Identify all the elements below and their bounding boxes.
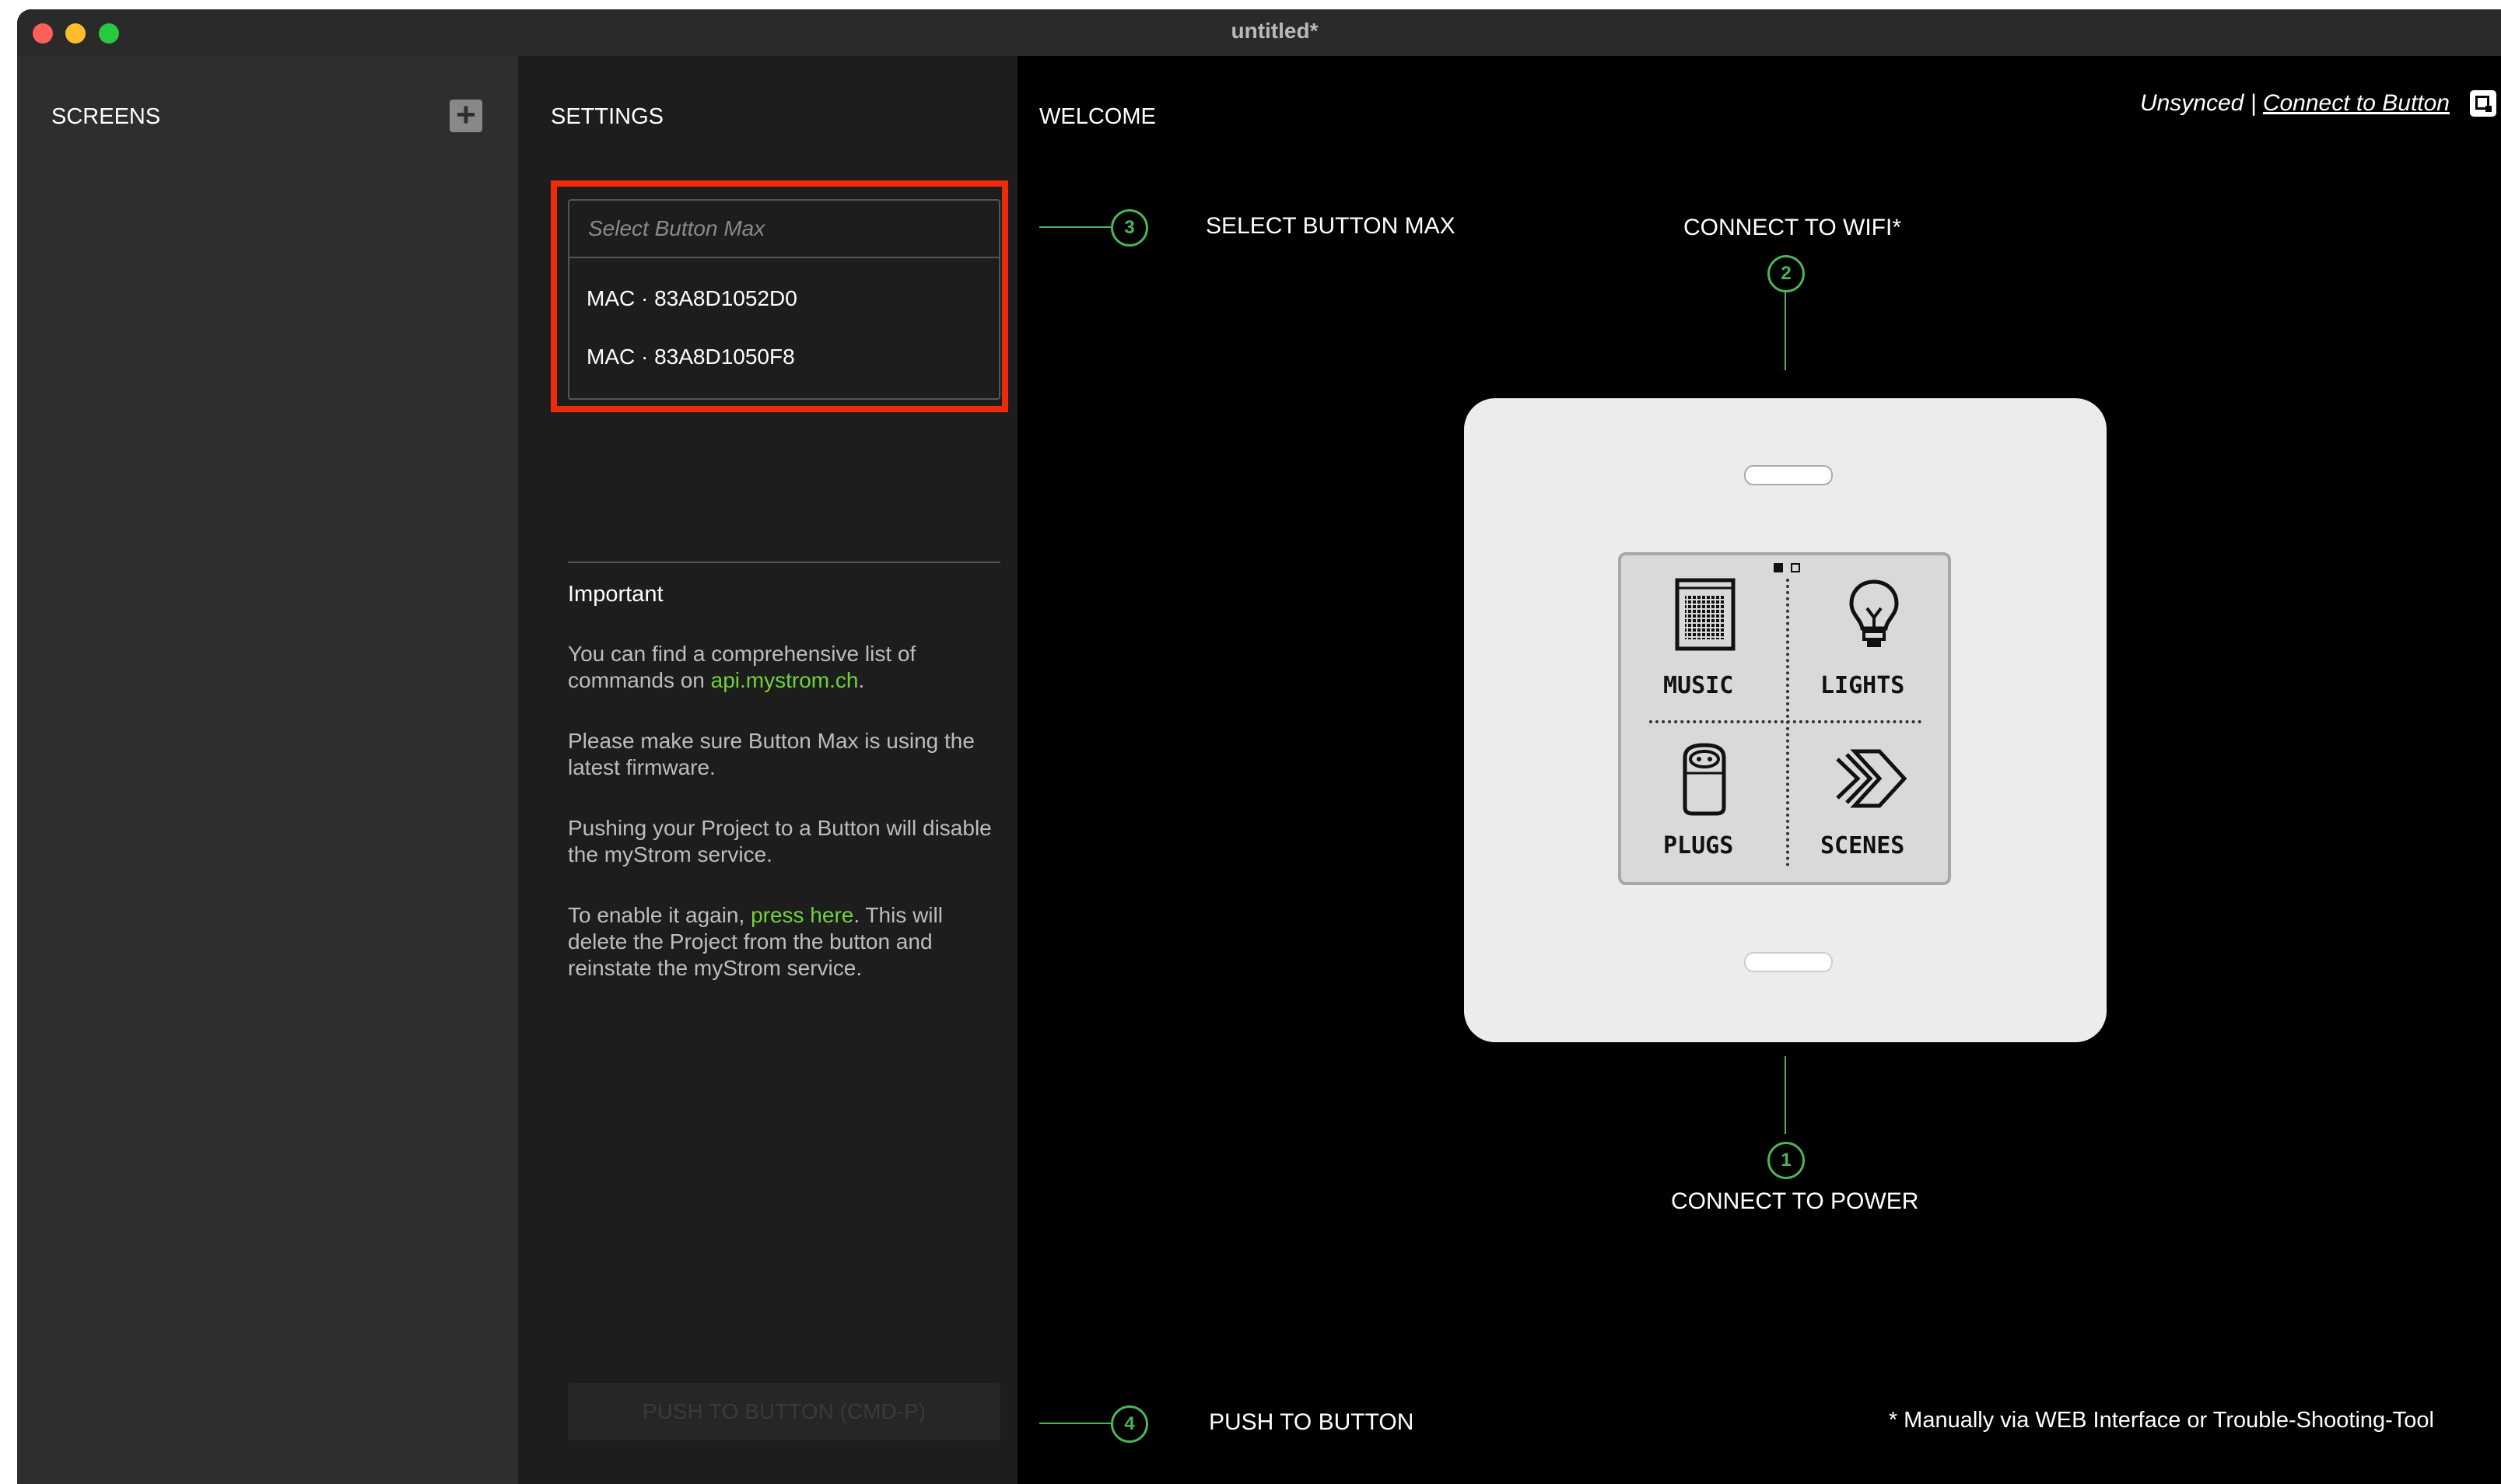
mac-option[interactable]: MAC · 83A8D1050F8 [587,345,795,369]
step-4-badge: 4 [1111,1405,1148,1443]
button-max-select[interactable]: Select Button Max MAC · 83A8D1052D0 MAC … [568,199,1000,400]
important-title: Important [568,582,664,607]
reenable-info: To enable it again, press here. This wil… [568,902,1004,982]
tile-lights-label: LIGHTS [1820,672,1905,699]
reenable-text: To enable it again, [568,903,751,927]
tile-music-label: MUSIC [1663,672,1734,699]
plug-icon [1683,743,1726,816]
api-link[interactable]: api.mystrom.ch [711,668,859,692]
tile-plugs-label: PLUGS [1663,832,1734,859]
step-connector [1785,1056,1786,1134]
firmware-info: Please make sure Button Max is using the… [568,729,975,779]
screens-panel: SCREENS + [17,56,518,1484]
settings-panel: SETTINGS Select Button Max MAC · 83A8D10… [518,56,1018,1484]
sync-status: Unsynced | Connect to Button [2139,90,2450,116]
device-slot-top [1744,465,1833,485]
scenes-icon [1836,749,1907,808]
settings-heading: SETTINGS [551,104,664,129]
select-placeholder[interactable]: Select Button Max [569,201,999,258]
add-screen-button[interactable]: + [450,98,482,132]
grid-divider-horizontal [1649,720,1921,723]
window-title: untitled* [1231,19,1319,43]
step-3-badge: 3 [1111,209,1148,247]
title-bar: untitled* [17,9,2501,58]
page-indicator [1791,563,1800,572]
step-2-badge: 2 [1767,255,1805,292]
commands-info: You can find a comprehensive list of com… [568,641,1004,694]
welcome-heading: WELCOME [1039,104,1156,129]
lightbulb-icon [1849,579,1899,647]
device-slot-bottom [1744,952,1833,972]
step-connector [1039,226,1111,228]
push-to-button-button[interactable]: PUSH TO BUTTON (CMD-P) [568,1383,1000,1440]
page-indicator-active [1774,563,1783,572]
press-here-link[interactable]: press here [751,903,853,927]
qr-code-icon[interactable] [2470,90,2496,117]
tile-scenes-label: SCENES [1820,832,1905,859]
app-window: untitled* SCREENS + SETTINGS Select Butt… [17,9,2501,1484]
step-2-label: CONNECT TO WIFI* [1683,215,1902,240]
connect-to-button-link[interactable]: Connect to Button [2263,90,2450,116]
step-connector [1039,1423,1111,1424]
plus-icon: + [456,96,476,134]
push-warning: Pushing your Project to a Button will di… [568,816,992,866]
divider [568,562,1000,563]
mac-option[interactable]: MAC · 83A8D1052D0 [587,286,797,311]
device-screen: MUSIC LIGHTS PLUGS SCENES [1618,552,1951,885]
speaker-icon [1675,578,1736,651]
step-3-label: SELECT BUTTON MAX [1206,213,1455,239]
screens-heading: SCREENS [51,104,161,129]
button-max-device: MUSIC LIGHTS PLUGS SCENES [1464,398,2107,1042]
welcome-panel: WELCOME Unsynced | Connect to Button 3 S… [1018,56,2501,1484]
step-1-badge: 1 [1767,1142,1805,1179]
sync-state: Unsynced [2139,90,2244,116]
step-4-label: PUSH TO BUTTON [1209,1409,1414,1435]
period: . [858,668,865,692]
step-connector [1785,292,1786,370]
step-1-label: CONNECT TO POWER [1671,1188,1919,1214]
footnote: * Manually via WEB Interface or Trouble-… [1888,1408,2434,1433]
